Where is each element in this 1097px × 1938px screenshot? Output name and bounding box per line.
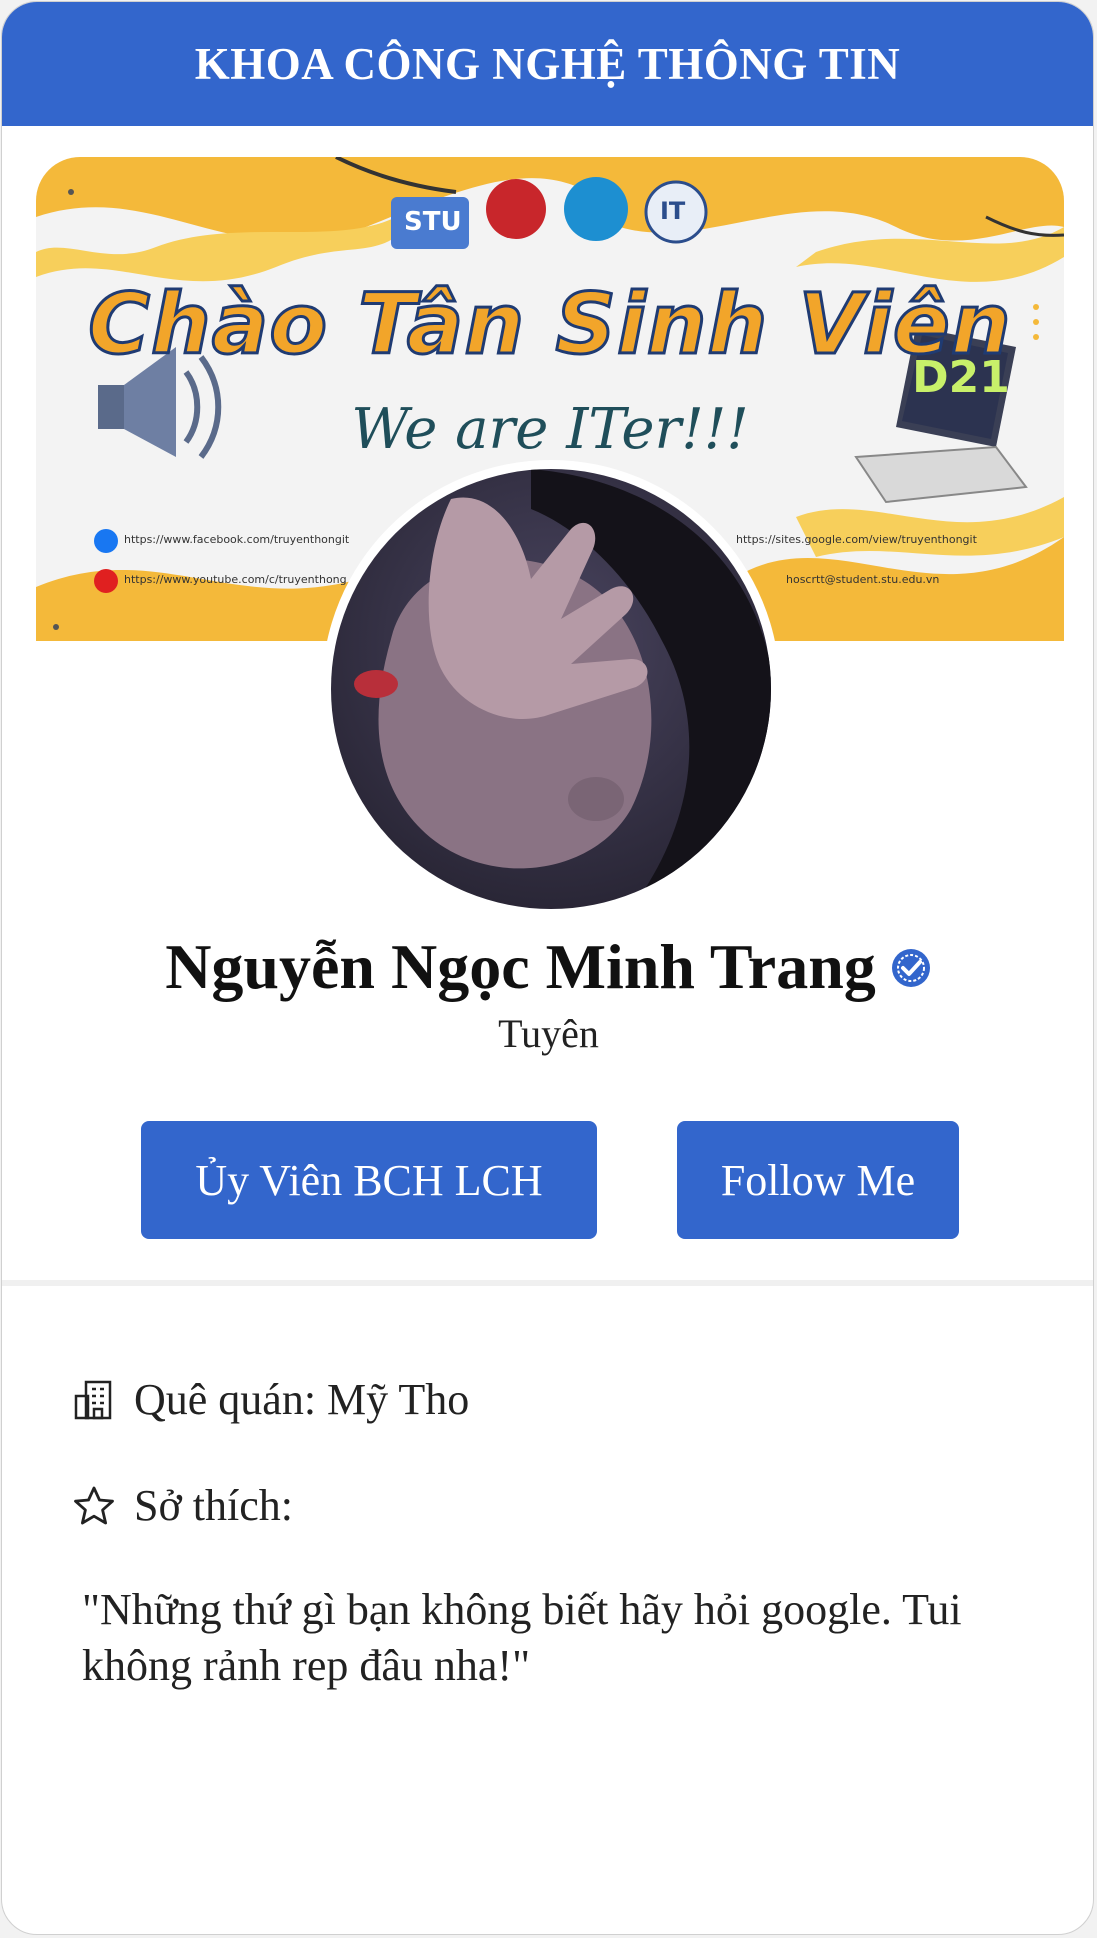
hometown-row: Quê quán: Mỹ Tho: [72, 1374, 469, 1425]
hobby-row: Sở thích:: [72, 1480, 293, 1531]
avatar[interactable]: [322, 460, 780, 918]
banner-link-youtube: https://www.youtube.com/c/truyenthong: [124, 573, 347, 586]
profile-subtitle: Tuyên: [498, 1011, 599, 1056]
star-icon: [72, 1484, 116, 1528]
profile-quote: "Những thứ gì bạn không biết hãy hỏi goo…: [82, 1585, 962, 1690]
hometown-text: Quê quán: Mỹ Tho: [134, 1375, 470, 1424]
profile-card: KHOA CÔNG NGHỆ THÔNG TIN STU IT Chào Tân…: [1, 1, 1094, 1935]
stu-logo-text: STU: [404, 207, 462, 237]
verified-check-icon: [890, 928, 932, 1008]
banner-link-email: hoscrtt@student.stu.edu.vn: [786, 573, 940, 586]
follow-button[interactable]: Follow Me: [677, 1121, 959, 1239]
role-button[interactable]: Ủy Viên BCH LCH: [141, 1121, 597, 1239]
avatar-photo: [331, 469, 771, 909]
building-icon: [72, 1378, 116, 1422]
hobby-text: Sở thích:: [134, 1481, 293, 1530]
banner-link-facebook: https://www.facebook.com/truyenthongit: [124, 533, 350, 546]
header-title: KHOA CÔNG NGHỆ THÔNG TIN: [194, 39, 901, 89]
it-logo-text: IT: [660, 197, 686, 225]
banner-link-website: https://sites.google.com/view/truyenthon…: [736, 533, 977, 546]
profile-name-row: Nguyễn Ngọc Minh Trang: [2, 927, 1093, 1008]
section-divider: [2, 1280, 1093, 1286]
page-header: KHOA CÔNG NGHỆ THÔNG TIN: [2, 2, 1093, 126]
profile-name: Nguyễn Ngọc Minh Trang: [165, 931, 876, 1002]
banner-badge: D21: [912, 351, 1010, 403]
